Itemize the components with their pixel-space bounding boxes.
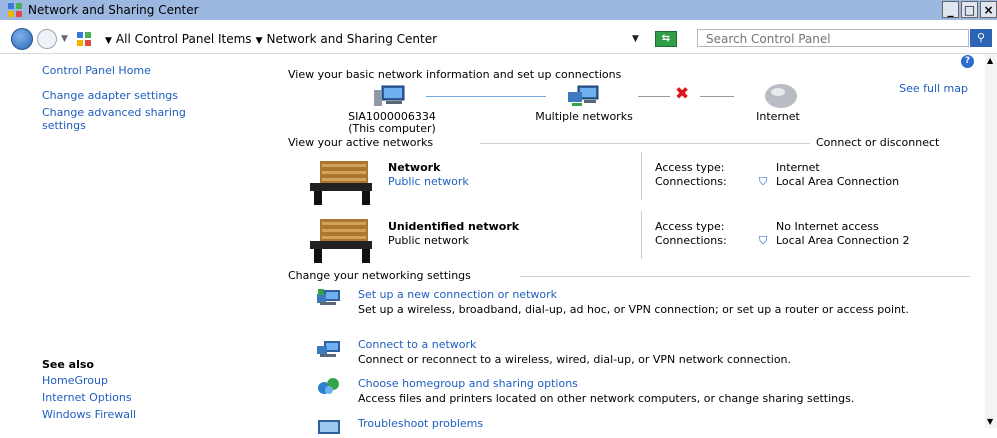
breadcrumb-chevron-icon[interactable]: ▼ [256, 36, 263, 46]
control-panel-icon [77, 32, 91, 46]
internet-options-link[interactable]: Internet Options [42, 391, 132, 404]
vertical-scrollbar[interactable]: ▲ ▼ [985, 54, 997, 428]
map-link-line [426, 96, 546, 97]
close-button[interactable]: × [980, 1, 997, 18]
control-panel-home-link[interactable]: Control Panel Home [42, 64, 151, 77]
network-category-label: Public network [388, 234, 469, 247]
homegroup-sharing-link[interactable]: Choose homegroup and sharing options [358, 377, 578, 390]
network-name: Network [388, 161, 441, 174]
forward-button[interactable] [37, 29, 57, 49]
globe-icon [765, 84, 797, 108]
network-center-icon [8, 3, 22, 17]
homegroup-icon [318, 378, 339, 394]
back-button[interactable] [11, 28, 33, 50]
see-full-map-link[interactable]: See full map [899, 82, 968, 95]
access-type-value: No Internet access [776, 220, 879, 233]
multiple-networks-label: Multiple networks [535, 110, 633, 123]
recent-pages-chevron-down-icon[interactable]: ▼ [61, 34, 68, 44]
scroll-down-arrow-icon[interactable]: ▼ [987, 417, 993, 426]
window-title: Network and Sharing Center [28, 3, 199, 17]
public-network-bench-icon [310, 219, 372, 263]
homegroup-sharing-desc: Access files and printers located on oth… [358, 392, 855, 405]
breadcrumb: ▼ All Control Panel Items ▼ Network and Sha… [101, 32, 437, 46]
maximize-button[interactable]: □ [961, 1, 978, 18]
scroll-up-arrow-icon[interactable]: ▲ [987, 56, 993, 65]
setup-new-connection-link[interactable]: Set up a new connection or network [358, 288, 557, 301]
connections-label: Connections: [655, 234, 727, 247]
computer-icon [374, 85, 405, 106]
breadcrumb-chevron-icon[interactable]: ▼ [105, 36, 112, 46]
access-type-label: Access type: [655, 220, 725, 233]
search-icon[interactable]: ⚲ [970, 29, 992, 47]
refresh-button[interactable]: ⇆ [655, 31, 677, 47]
network-name: Unidentified network [388, 220, 520, 233]
homegroup-link[interactable]: HomeGroup [42, 374, 108, 387]
address-bar: ▼ ▼ All Control Panel Items ▼ Network and S… [0, 20, 997, 54]
map-link-line [638, 96, 670, 97]
network-divider [641, 211, 642, 259]
local-area-connection-2-link[interactable]: Local Area Connection 2 [776, 234, 910, 247]
section-divider [480, 143, 810, 144]
title-bar: Network and Sharing Center _ □ × [0, 0, 997, 20]
map-link-line [700, 96, 734, 97]
setup-new-connection-desc: Set up a wireless, broadband, dial-up, a… [358, 303, 909, 316]
search-input[interactable] [697, 29, 969, 47]
public-network-bench-icon [310, 161, 372, 205]
access-type-label: Access type: [655, 161, 725, 174]
breadcrumb-network-center[interactable]: Network and Sharing Center [266, 32, 437, 46]
this-computer-label: (This computer) [348, 122, 436, 135]
windows-firewall-link[interactable]: Windows Firewall [42, 408, 136, 421]
connect-or-disconnect-link[interactable]: Connect or disconnect [816, 136, 939, 149]
access-type-value: Internet [776, 161, 820, 174]
section-divider [520, 276, 970, 277]
ethernet-adapter-icon: ⛉ [759, 234, 768, 247]
active-networks-heading: View your active networks [288, 136, 434, 149]
minimize-button[interactable]: _ [942, 1, 959, 18]
internet-label: Internet [756, 110, 800, 123]
connect-to-network-desc: Connect or reconnect to a wireless, wire… [358, 353, 792, 366]
change-adapter-settings-link[interactable]: Change adapter settings [42, 89, 178, 102]
see-also-heading: See also [42, 358, 94, 371]
troubleshoot-icon [318, 420, 340, 434]
task-pane: Control Panel Home Change adapter settin… [0, 54, 268, 428]
troubleshoot-problems-link[interactable]: Troubleshoot problems [358, 417, 483, 430]
connect-network-icon [317, 341, 340, 357]
connect-to-network-link[interactable]: Connect to a network [358, 338, 476, 351]
change-settings-heading: Change your networking settings [288, 269, 471, 282]
network-divider [641, 152, 642, 200]
change-advanced-sharing-link[interactable]: Change advanced sharing settings [42, 106, 232, 132]
new-connection-icon [317, 289, 340, 305]
main-content: View your basic network information and … [288, 54, 972, 434]
local-area-connection-link[interactable]: Local Area Connection [776, 175, 899, 188]
address-history-chevron-down-icon[interactable]: ▼ [632, 34, 639, 44]
breadcrumb-control-panel[interactable]: All Control Panel Items [116, 32, 252, 46]
page-title: View your basic network information and … [288, 68, 622, 81]
connections-label: Connections: [655, 175, 727, 188]
no-connection-x-icon: ✖ [675, 84, 690, 104]
ethernet-adapter-icon: ⛉ [759, 175, 768, 188]
multiple-networks-icon [568, 85, 599, 106]
network-category-link[interactable]: Public network [388, 175, 469, 188]
